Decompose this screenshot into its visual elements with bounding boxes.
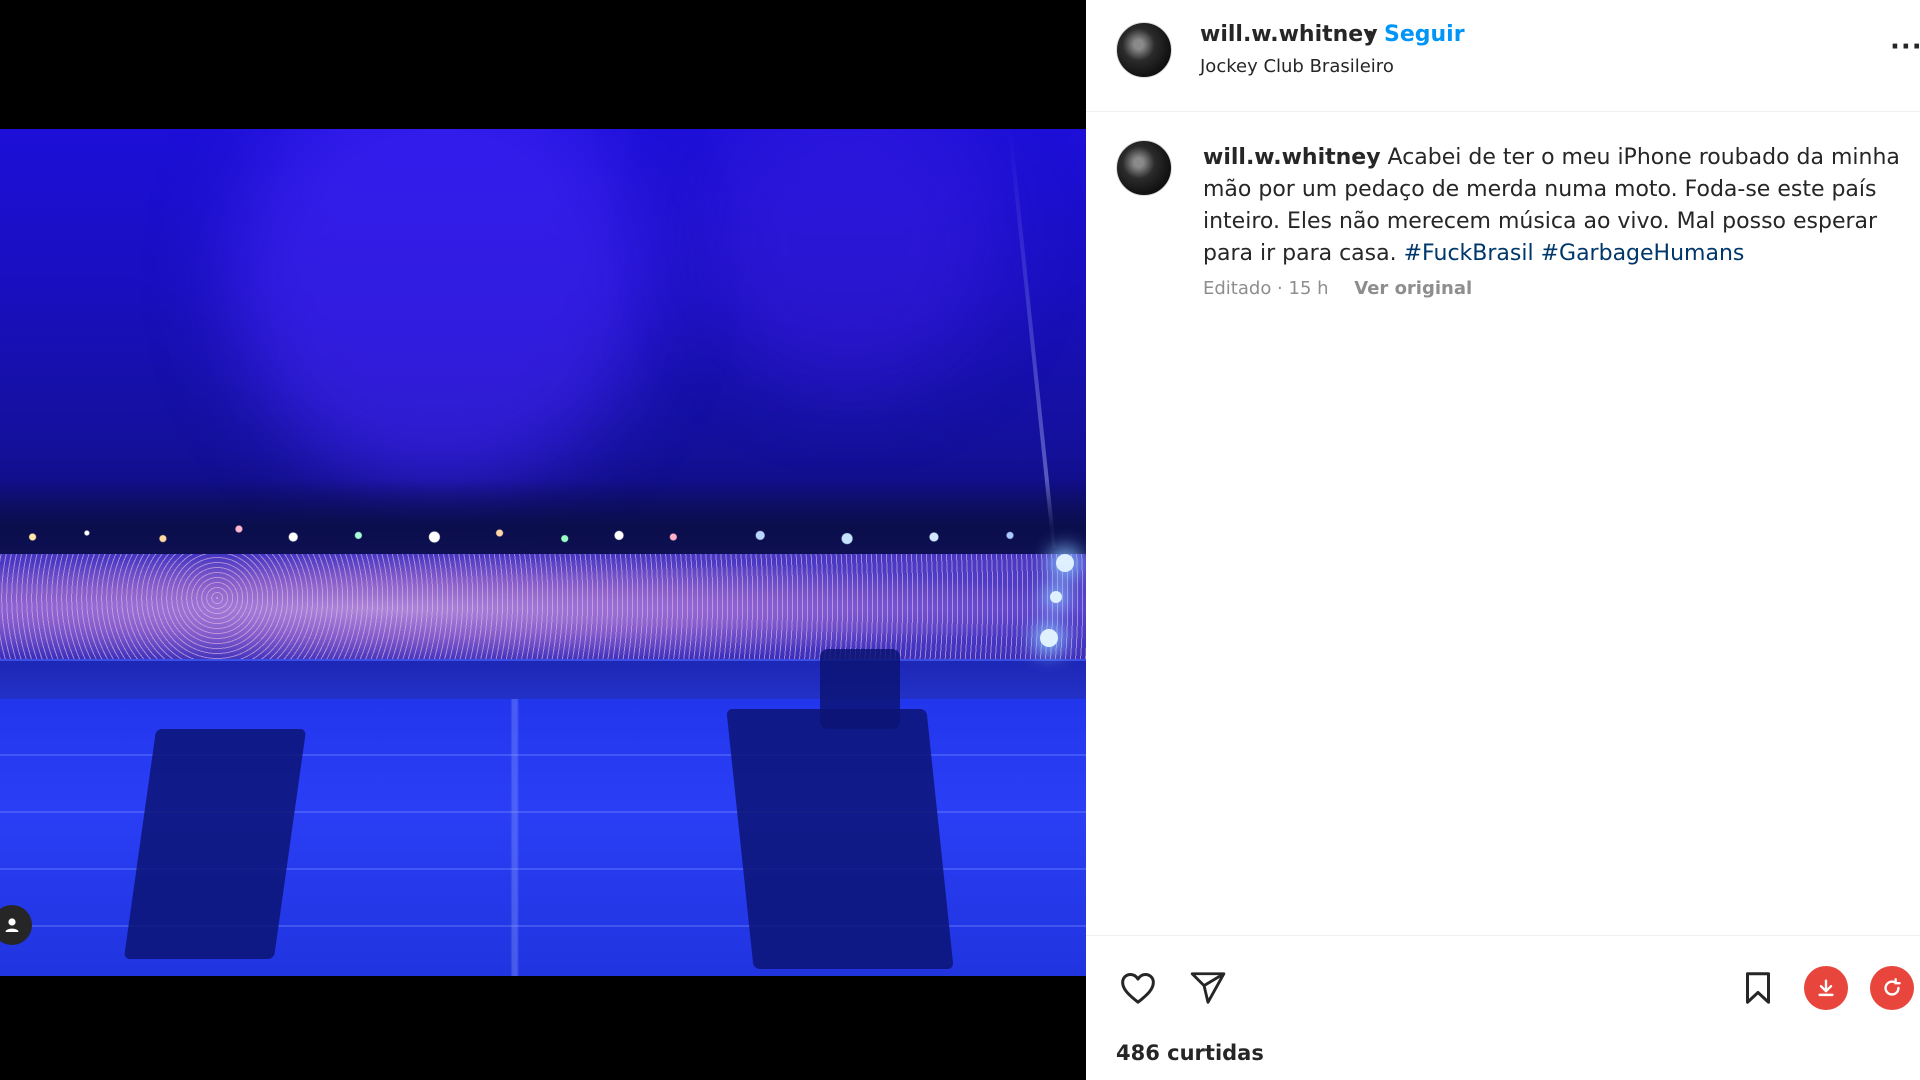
download-icon — [1804, 966, 1848, 1010]
share-button[interactable] — [1186, 966, 1230, 1010]
refresh-icon — [1870, 966, 1914, 1010]
caption-meta: Editado · 15 h Ver original — [1203, 278, 1472, 299]
avatar[interactable] — [1116, 140, 1172, 196]
hashtag-link[interactable]: #GarbageHumans — [1541, 241, 1745, 266]
send-icon — [1190, 972, 1226, 1004]
post-photo[interactable] — [0, 129, 1086, 976]
hashtag-link[interactable]: #FuckBrasil — [1404, 241, 1534, 266]
stage-equipment — [820, 649, 900, 729]
bookmark-icon — [1746, 972, 1770, 1004]
save-button[interactable] — [1736, 966, 1780, 1010]
extension-button[interactable] — [1870, 966, 1914, 1010]
stage-equipment — [726, 709, 954, 969]
stage-lamp — [1056, 554, 1074, 572]
post-location[interactable]: Jockey Club Brasileiro — [1200, 56, 1394, 77]
stage-lamp — [1040, 629, 1058, 647]
post-header: will.w.whitney • Seguir Jockey Club Bras… — [1086, 0, 1920, 112]
stage-lamp — [1050, 591, 1062, 603]
heart-icon — [1121, 973, 1155, 1004]
media-pane — [0, 0, 1086, 1080]
more-options-icon[interactable]: ··· — [1890, 32, 1920, 62]
likes-count[interactable]: 486 curtidas — [1116, 1041, 1264, 1065]
concert-crowd — [0, 554, 1086, 664]
avatar[interactable] — [1116, 22, 1172, 78]
stage-light-glow — [700, 129, 1000, 389]
stage-light-glow — [230, 129, 650, 489]
download-button[interactable] — [1804, 966, 1848, 1010]
post-details-pane: will.w.whitney • Seguir Jockey Club Bras… — [1086, 0, 1920, 1080]
caption-comment: will.w.whitney Acabei de ter o meu iPhon… — [1086, 112, 1920, 932]
action-bar: 486 curtidas — [1086, 935, 1920, 1080]
edited-timestamp: Editado · 15 h — [1203, 278, 1329, 299]
stage-barrier — [0, 659, 1086, 699]
post-author-username[interactable]: will.w.whitney — [1200, 22, 1378, 47]
caption-username[interactable]: will.w.whitney — [1203, 145, 1381, 170]
follow-button[interactable]: Seguir — [1384, 22, 1465, 47]
separator-dot: • — [1364, 22, 1376, 46]
caption-text: will.w.whitney Acabei de ter o meu iPhon… — [1203, 142, 1903, 270]
see-original-link[interactable]: Ver original — [1354, 278, 1472, 299]
like-button[interactable] — [1116, 966, 1160, 1010]
